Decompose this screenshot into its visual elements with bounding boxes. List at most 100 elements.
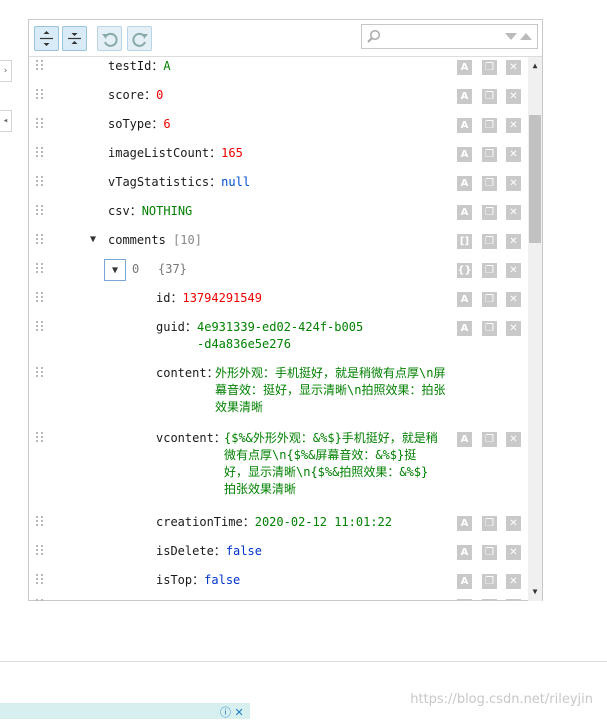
field-value[interactable]: 外形外观：手机挺好，就是稍微有点厚\n屏幕音效：挺好，显示清晰\n拍照效果：拍张… xyxy=(215,365,447,416)
field-key[interactable]: testId xyxy=(108,59,151,73)
type-icon[interactable]: A xyxy=(457,292,472,307)
drag-handle-icon[interactable] xyxy=(36,292,44,304)
type-icon[interactable]: A xyxy=(457,147,472,162)
scroll-down-icon[interactable]: ▼ xyxy=(530,586,540,596)
remove-icon[interactable]: ✕ xyxy=(506,234,521,249)
vertical-scrollbar[interactable]: ▲ ▼ xyxy=(528,57,542,601)
field-value[interactable]: null xyxy=(221,175,250,189)
side-tab-1[interactable]: › xyxy=(0,60,12,82)
remove-icon[interactable]: ✕ xyxy=(506,176,521,191)
duplicate-icon[interactable]: ❐ xyxy=(482,234,497,249)
array-type-icon[interactable]: [] xyxy=(457,234,472,249)
remove-icon[interactable]: ✕ xyxy=(506,118,521,133)
field-key[interactable]: soType xyxy=(108,117,151,131)
duplicate-icon[interactable]: ❐ xyxy=(482,545,497,560)
field-key[interactable]: comments xyxy=(108,233,166,247)
field-key[interactable]: content xyxy=(156,366,207,380)
drag-handle-icon[interactable] xyxy=(36,432,44,444)
type-icon[interactable]: A xyxy=(457,321,472,336)
field-value[interactable]: {$%&外形外观：&%$}手机挺好，就是稍微有点厚\n{$%&屏幕音效：&%$}… xyxy=(224,430,439,498)
duplicate-icon[interactable]: ❐ xyxy=(482,89,497,104)
drag-handle-icon[interactable] xyxy=(36,60,44,72)
field-value[interactable]: NOTHING xyxy=(142,204,193,218)
expand-toggle-icon[interactable]: ▼ xyxy=(104,259,126,281)
scroll-up-icon[interactable]: ▲ xyxy=(530,60,540,70)
field-value[interactable]: 0 xyxy=(156,88,163,102)
remove-icon[interactable]: ✕ xyxy=(506,147,521,162)
remove-icon[interactable]: ✕ xyxy=(506,60,521,75)
duplicate-icon[interactable]: ❐ xyxy=(482,432,497,447)
field-value[interactable]: 13794291549 xyxy=(182,291,261,305)
search-input[interactable] xyxy=(384,27,494,46)
type-icon[interactable]: A xyxy=(457,432,472,447)
field-value[interactable]: false xyxy=(226,544,262,558)
remove-icon[interactable]: ✕ xyxy=(506,545,521,560)
search-next-icon[interactable] xyxy=(504,32,520,42)
duplicate-icon[interactable]: ❐ xyxy=(482,516,497,531)
drag-handle-icon[interactable] xyxy=(36,118,44,130)
remove-icon[interactable]: ✕ xyxy=(506,292,521,307)
redo-button[interactable] xyxy=(127,26,152,51)
type-icon[interactable]: A xyxy=(457,574,472,589)
duplicate-icon[interactable]: ❐ xyxy=(482,147,497,162)
type-icon[interactable]: A xyxy=(457,516,472,531)
drag-handle-icon[interactable] xyxy=(36,574,44,586)
field-key[interactable]: vTagStatistics xyxy=(108,175,209,189)
field-key[interactable]: csv xyxy=(108,204,130,218)
type-icon[interactable]: A xyxy=(457,545,472,560)
duplicate-icon[interactable]: ❐ xyxy=(482,321,497,336)
remove-icon[interactable]: ✕ xyxy=(506,205,521,220)
drag-handle-icon[interactable] xyxy=(36,176,44,188)
field-value[interactable]: 6 xyxy=(163,117,170,131)
search-prev-icon[interactable] xyxy=(519,32,535,42)
drag-handle-icon[interactable] xyxy=(36,367,44,379)
duplicate-icon[interactable]: ❐ xyxy=(482,176,497,191)
remove-icon[interactable]: ✕ xyxy=(506,263,521,278)
object-type-icon[interactable]: {} xyxy=(457,263,472,278)
field-key[interactable]: vcontent xyxy=(156,431,214,445)
expand-all-button[interactable] xyxy=(34,26,59,51)
remove-icon[interactable]: ✕ xyxy=(506,516,521,531)
field-key[interactable]: score xyxy=(108,88,144,102)
remove-icon[interactable]: ✕ xyxy=(506,574,521,589)
expand-toggle-icon[interactable]: ▼ xyxy=(86,232,100,246)
field-key[interactable]: id xyxy=(156,291,170,305)
field-value[interactable]: A xyxy=(163,59,170,73)
field-key[interactable]: guid xyxy=(156,320,185,334)
drag-handle-icon[interactable] xyxy=(36,234,44,246)
type-icon[interactable]: A xyxy=(457,60,472,75)
duplicate-icon[interactable]: ❐ xyxy=(482,205,497,220)
drag-handle-icon[interactable] xyxy=(36,147,44,159)
field-value[interactable]: 4e931339-ed02-424f-b005-d4a836e5e276 xyxy=(197,319,367,353)
side-tab-2[interactable]: ◂ xyxy=(0,110,12,132)
drag-handle-icon[interactable] xyxy=(36,599,44,601)
field-key[interactable]: isDelete xyxy=(156,544,214,558)
drag-handle-icon[interactable] xyxy=(36,545,44,557)
drag-handle-icon[interactable] xyxy=(36,205,44,217)
duplicate-icon[interactable]: ❐ xyxy=(482,263,497,278)
field-value[interactable]: 165 xyxy=(221,146,243,160)
drag-handle-icon[interactable] xyxy=(36,321,44,333)
remove-icon[interactable]: ✕ xyxy=(506,321,521,336)
field-key[interactable]: isTop xyxy=(156,573,192,587)
scrollbar-thumb[interactable] xyxy=(529,115,541,243)
field-key[interactable]: creationTime xyxy=(156,515,243,529)
field-value[interactable]: 2020-02-12 11:01:22 xyxy=(255,515,392,529)
field-value[interactable]: false xyxy=(204,573,240,587)
undo-button[interactable] xyxy=(97,26,122,51)
remove-icon[interactable]: ✕ xyxy=(506,89,521,104)
duplicate-icon[interactable]: ❐ xyxy=(482,60,497,75)
ad-controls[interactable]: ⓘ ✕ xyxy=(220,704,244,720)
type-icon[interactable]: A xyxy=(457,89,472,104)
drag-handle-icon[interactable] xyxy=(36,89,44,101)
remove-icon[interactable]: ✕ xyxy=(506,432,521,447)
drag-handle-icon[interactable] xyxy=(36,263,44,275)
type-icon[interactable]: A xyxy=(457,118,472,133)
type-icon[interactable]: A xyxy=(457,176,472,191)
duplicate-icon[interactable]: ❐ xyxy=(482,574,497,589)
collapse-all-button[interactable] xyxy=(62,26,87,51)
duplicate-icon[interactable]: ❐ xyxy=(482,292,497,307)
drag-handle-icon[interactable] xyxy=(36,516,44,528)
duplicate-icon[interactable]: ❐ xyxy=(482,118,497,133)
field-key[interactable]: imageListCount xyxy=(108,146,209,160)
